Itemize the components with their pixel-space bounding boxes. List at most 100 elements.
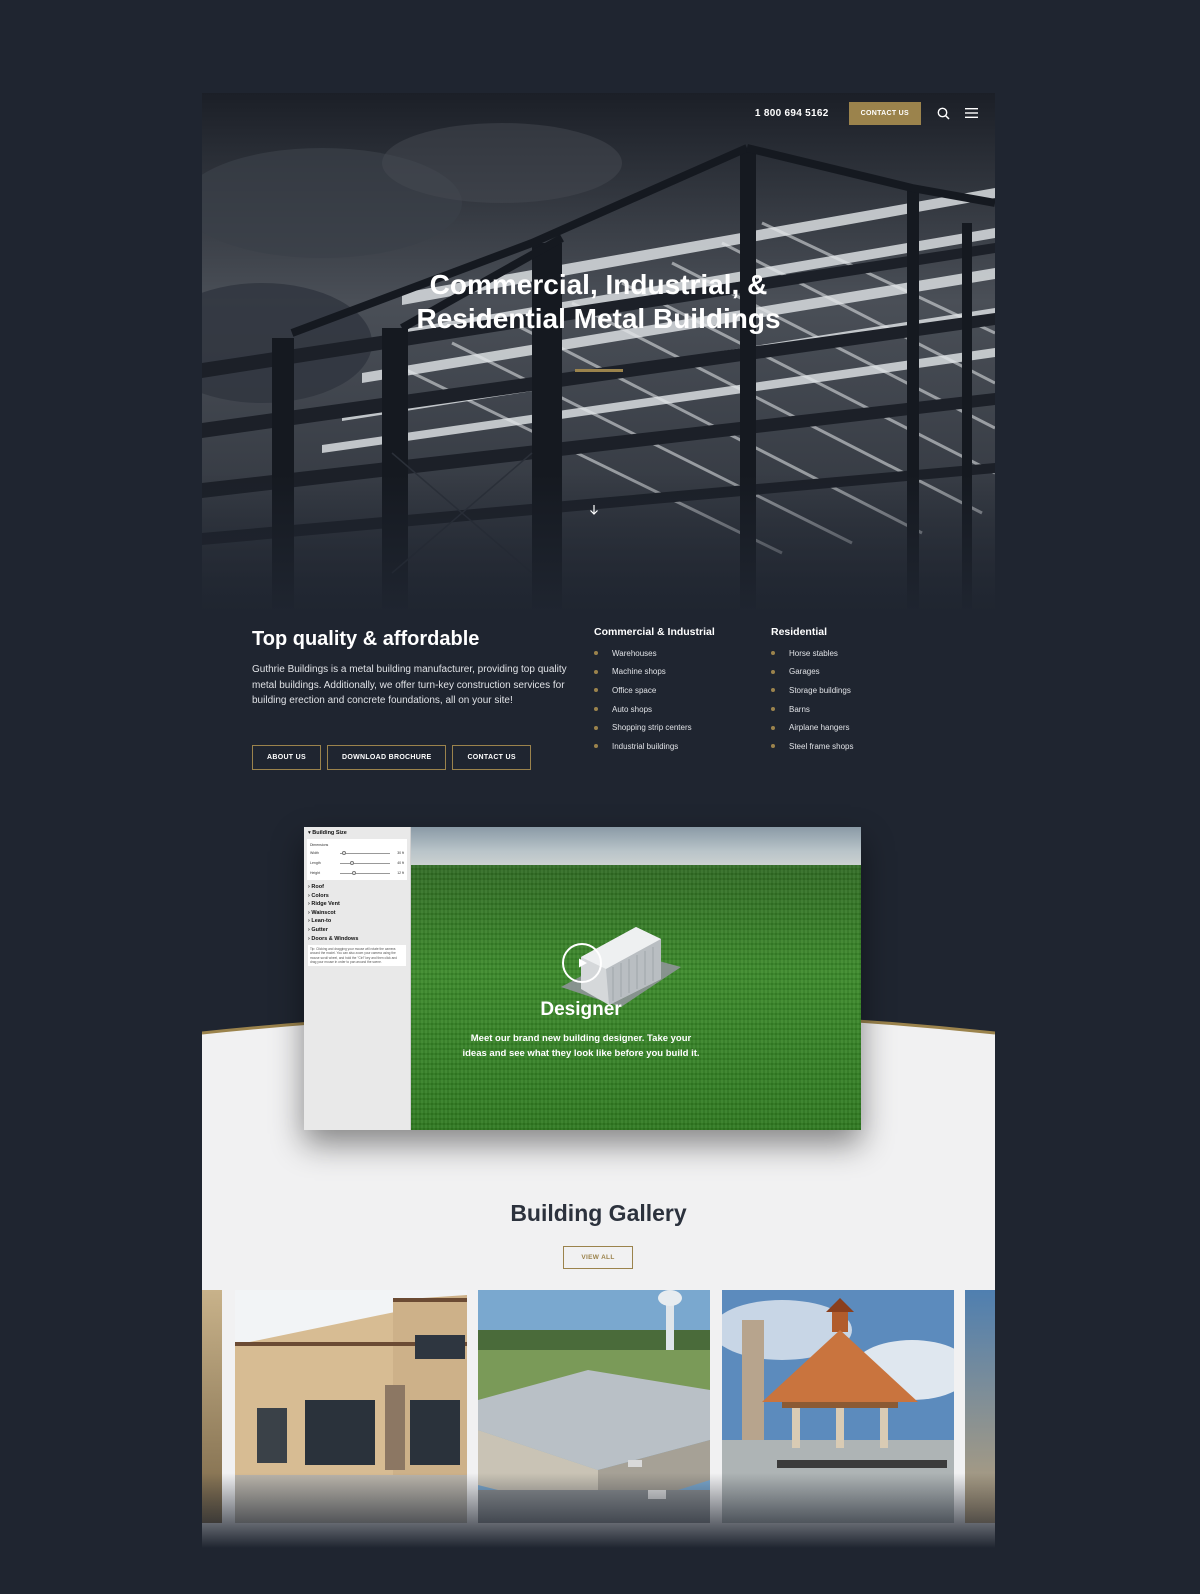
- hero-title: Commercial, Industrial, & Residential Me…: [202, 268, 995, 336]
- slider-label: Length: [310, 861, 321, 865]
- menu-item-gutter[interactable]: › Gutter: [304, 926, 410, 935]
- list-item[interactable]: Garages: [771, 663, 853, 682]
- slider-handle[interactable]: [350, 860, 354, 865]
- phone-number[interactable]: 1 800 694 5162: [755, 108, 829, 119]
- bullet-icon: [771, 651, 775, 656]
- bullet-icon: [594, 725, 598, 730]
- menu-icon[interactable]: [963, 105, 979, 121]
- slider-label: Height: [310, 871, 321, 875]
- designer-card[interactable]: ▾ Building Size Dimensions Width 30 ft Le…: [304, 827, 861, 1130]
- dimension-subtitle: Dimensions: [310, 842, 329, 847]
- menu-item-label: Roof: [311, 884, 324, 890]
- slider-value: 30 ft: [397, 851, 404, 855]
- menu-item-ridge-vent[interactable]: › Ridge Vent: [304, 900, 410, 909]
- designer-panel: ▾ Building Size Dimensions Width 30 ft Le…: [304, 827, 411, 1130]
- commercial-column: Commercial & Industrial Warehouses Machi…: [594, 626, 715, 756]
- list-item-label: Machine shops: [612, 667, 666, 677]
- download-brochure-button[interactable]: DOWNLOAD BROCHURE: [326, 745, 447, 770]
- bullet-icon: [594, 688, 598, 693]
- hero-title-line2: Residential Metal Buildings: [416, 303, 781, 334]
- bullet-icon: [771, 669, 775, 674]
- list-item-label: Industrial buildings: [612, 741, 679, 751]
- list-item-label: Warehouses: [612, 648, 657, 658]
- bullet-icon: [771, 725, 775, 730]
- menu-item-doors-windows[interactable]: › Doors & Windows: [304, 935, 410, 944]
- designer-description: Meet our brand new building designer. Ta…: [462, 1033, 700, 1059]
- search-icon[interactable]: [935, 105, 951, 121]
- list-item-label: Steel frame shops: [789, 741, 854, 751]
- contact-us-outline-button[interactable]: CONTACT US: [452, 745, 531, 770]
- designer-3d-scene[interactable]: Designer Meet our brand new building des…: [411, 827, 861, 1130]
- list-item[interactable]: Industrial buildings: [594, 737, 715, 756]
- contact-us-button[interactable]: CONTACT US: [848, 101, 921, 125]
- length-slider[interactable]: Length 40 ft: [310, 858, 404, 868]
- list-item[interactable]: Horse stables: [771, 644, 853, 663]
- bullet-icon: [594, 669, 598, 674]
- list-item-label: Horse stables: [789, 648, 838, 658]
- slider-value: 40 ft: [397, 861, 404, 865]
- scene-sky: [411, 827, 861, 867]
- list-item[interactable]: Shopping strip centers: [594, 718, 715, 737]
- designer-title: Designer: [540, 999, 622, 1020]
- menu-item-label: Wainscot: [311, 909, 336, 916]
- bullet-icon: [594, 744, 598, 749]
- page: 1 800 694 5162 CONTACT US Commercial, In…: [202, 93, 995, 1548]
- menu-item-label: Ridge Vent: [311, 901, 340, 908]
- residential-column: Residential Horse stables Garages Storag…: [771, 626, 853, 756]
- bullet-icon: [594, 651, 598, 656]
- slider-track[interactable]: [340, 850, 390, 855]
- slider-track[interactable]: [340, 860, 390, 865]
- residential-list: Horse stables Garages Storage buildings …: [771, 644, 853, 756]
- menu-item-label: Colors: [311, 892, 329, 899]
- list-item[interactable]: Storage buildings: [771, 681, 853, 700]
- menu-item-label: Doors & Windows: [311, 935, 359, 942]
- height-slider[interactable]: Height 12 ft: [310, 868, 404, 878]
- list-item-label: Airplane hangers: [789, 723, 850, 733]
- about-us-button[interactable]: ABOUT US: [252, 745, 321, 770]
- menu-item-wainscot[interactable]: › Wainscot: [304, 909, 410, 918]
- list-item-label: Office space: [612, 685, 657, 695]
- list-item[interactable]: Warehouses: [594, 644, 715, 663]
- menu-item-lean-to[interactable]: › Lean-to: [304, 917, 410, 926]
- commercial-list: Warehouses Machine shops Office space Au…: [594, 644, 715, 756]
- list-item[interactable]: Auto shops: [594, 700, 715, 719]
- hero-title-line1: Commercial, Industrial, &: [429, 269, 768, 300]
- panel-section-title[interactable]: ▾ Building Size: [304, 827, 410, 837]
- commercial-heading: Commercial & Industrial: [594, 626, 715, 638]
- play-icon[interactable]: [562, 943, 602, 983]
- list-item-label: Shopping strip centers: [612, 723, 692, 733]
- bullet-icon: [771, 688, 775, 693]
- intro-buttons: ABOUT US DOWNLOAD BROCHURE CONTACT US: [252, 745, 531, 770]
- list-item[interactable]: Airplane hangers: [771, 718, 853, 737]
- slider-track[interactable]: [340, 870, 390, 875]
- bullet-icon: [771, 707, 775, 712]
- hero-section: 1 800 694 5162 CONTACT US Commercial, In…: [202, 93, 995, 613]
- menu-item-roof[interactable]: › Roof: [304, 883, 410, 892]
- width-slider[interactable]: Width 30 ft: [310, 848, 404, 858]
- dimension-box: Dimensions Width 30 ft Length 40 ft Height…: [307, 839, 407, 880]
- list-item[interactable]: Office space: [594, 681, 715, 700]
- gallery-heading: Building Gallery: [510, 1200, 687, 1226]
- list-item[interactable]: Machine shops: [594, 663, 715, 682]
- menu-item-label: Gutter: [311, 926, 328, 933]
- slider-label: Width: [310, 851, 319, 855]
- intro-heading: Top quality & affordable: [252, 628, 480, 650]
- hero-fade: [202, 473, 995, 613]
- bottom-fade: [202, 1473, 995, 1548]
- slider-value: 12 ft: [397, 871, 404, 875]
- list-item-label: Garages: [789, 667, 820, 677]
- intro-body: Guthrie Buildings is a metal building ma…: [252, 664, 567, 706]
- bullet-icon: [594, 707, 598, 712]
- top-bar: 1 800 694 5162 CONTACT US: [755, 93, 995, 133]
- list-item[interactable]: Barns: [771, 700, 853, 719]
- menu-item-colors[interactable]: › Colors: [304, 892, 410, 901]
- list-item-label: Storage buildings: [789, 685, 851, 695]
- bullet-icon: [771, 744, 775, 749]
- slider-handle[interactable]: [342, 850, 346, 855]
- slider-handle[interactable]: [352, 870, 356, 875]
- list-item[interactable]: Steel frame shops: [771, 737, 853, 756]
- view-all-button[interactable]: VIEW ALL: [563, 1246, 633, 1269]
- menu-item-label: Lean-to: [311, 918, 332, 925]
- residential-heading: Residential: [771, 626, 828, 638]
- arrow-down-icon[interactable]: [588, 503, 602, 517]
